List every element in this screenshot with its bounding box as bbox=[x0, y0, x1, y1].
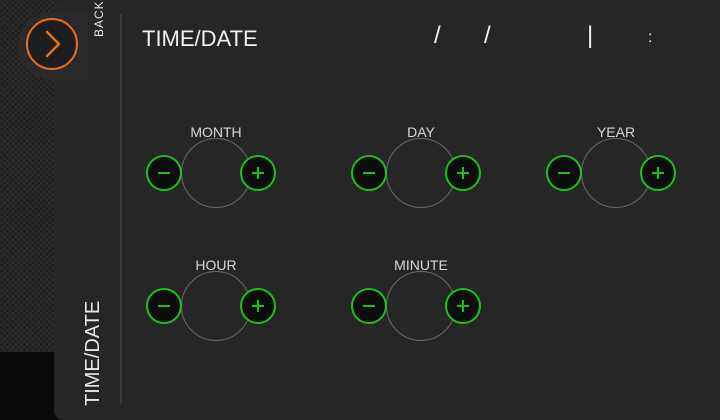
plus-icon bbox=[252, 167, 264, 179]
year-control: YEAR bbox=[546, 124, 686, 224]
minus-icon bbox=[158, 172, 170, 174]
year-decrement-button[interactable] bbox=[546, 155, 582, 191]
day-increment-button[interactable] bbox=[445, 155, 481, 191]
day-decrement-button[interactable] bbox=[351, 155, 387, 191]
minus-icon bbox=[363, 305, 375, 307]
month-increment-button[interactable] bbox=[240, 155, 276, 191]
date-separator-2: / bbox=[484, 22, 491, 49]
page-title: TIME/DATE bbox=[142, 26, 258, 51]
minute-increment-button[interactable] bbox=[445, 288, 481, 324]
minus-icon bbox=[558, 172, 570, 174]
hour-decrement-button[interactable] bbox=[146, 288, 182, 324]
back-button[interactable] bbox=[26, 18, 78, 70]
hour-control: HOUR bbox=[146, 257, 286, 357]
minute-decrement-button[interactable] bbox=[351, 288, 387, 324]
year-increment-button[interactable] bbox=[640, 155, 676, 191]
plus-icon bbox=[457, 300, 469, 312]
chevron-right-icon bbox=[45, 30, 61, 58]
date-separator-1: / bbox=[434, 22, 441, 49]
minus-icon bbox=[363, 172, 375, 174]
time-separator: : bbox=[648, 29, 653, 46]
background-strip bbox=[0, 352, 60, 420]
day-control: DAY bbox=[351, 124, 491, 224]
month-control: MONTH bbox=[146, 124, 286, 224]
month-decrement-button[interactable] bbox=[146, 155, 182, 191]
minute-control: MINUTE bbox=[351, 257, 491, 357]
minus-icon bbox=[158, 305, 170, 307]
plus-icon bbox=[457, 167, 469, 179]
plus-icon bbox=[652, 167, 664, 179]
hour-increment-button[interactable] bbox=[240, 288, 276, 324]
back-label[interactable]: BACK bbox=[92, 0, 106, 37]
plus-icon bbox=[252, 300, 264, 312]
sidebar-divider bbox=[120, 14, 122, 404]
date-time-divider: | bbox=[587, 22, 594, 49]
sidebar-title: TIME/DATE bbox=[82, 300, 104, 406]
